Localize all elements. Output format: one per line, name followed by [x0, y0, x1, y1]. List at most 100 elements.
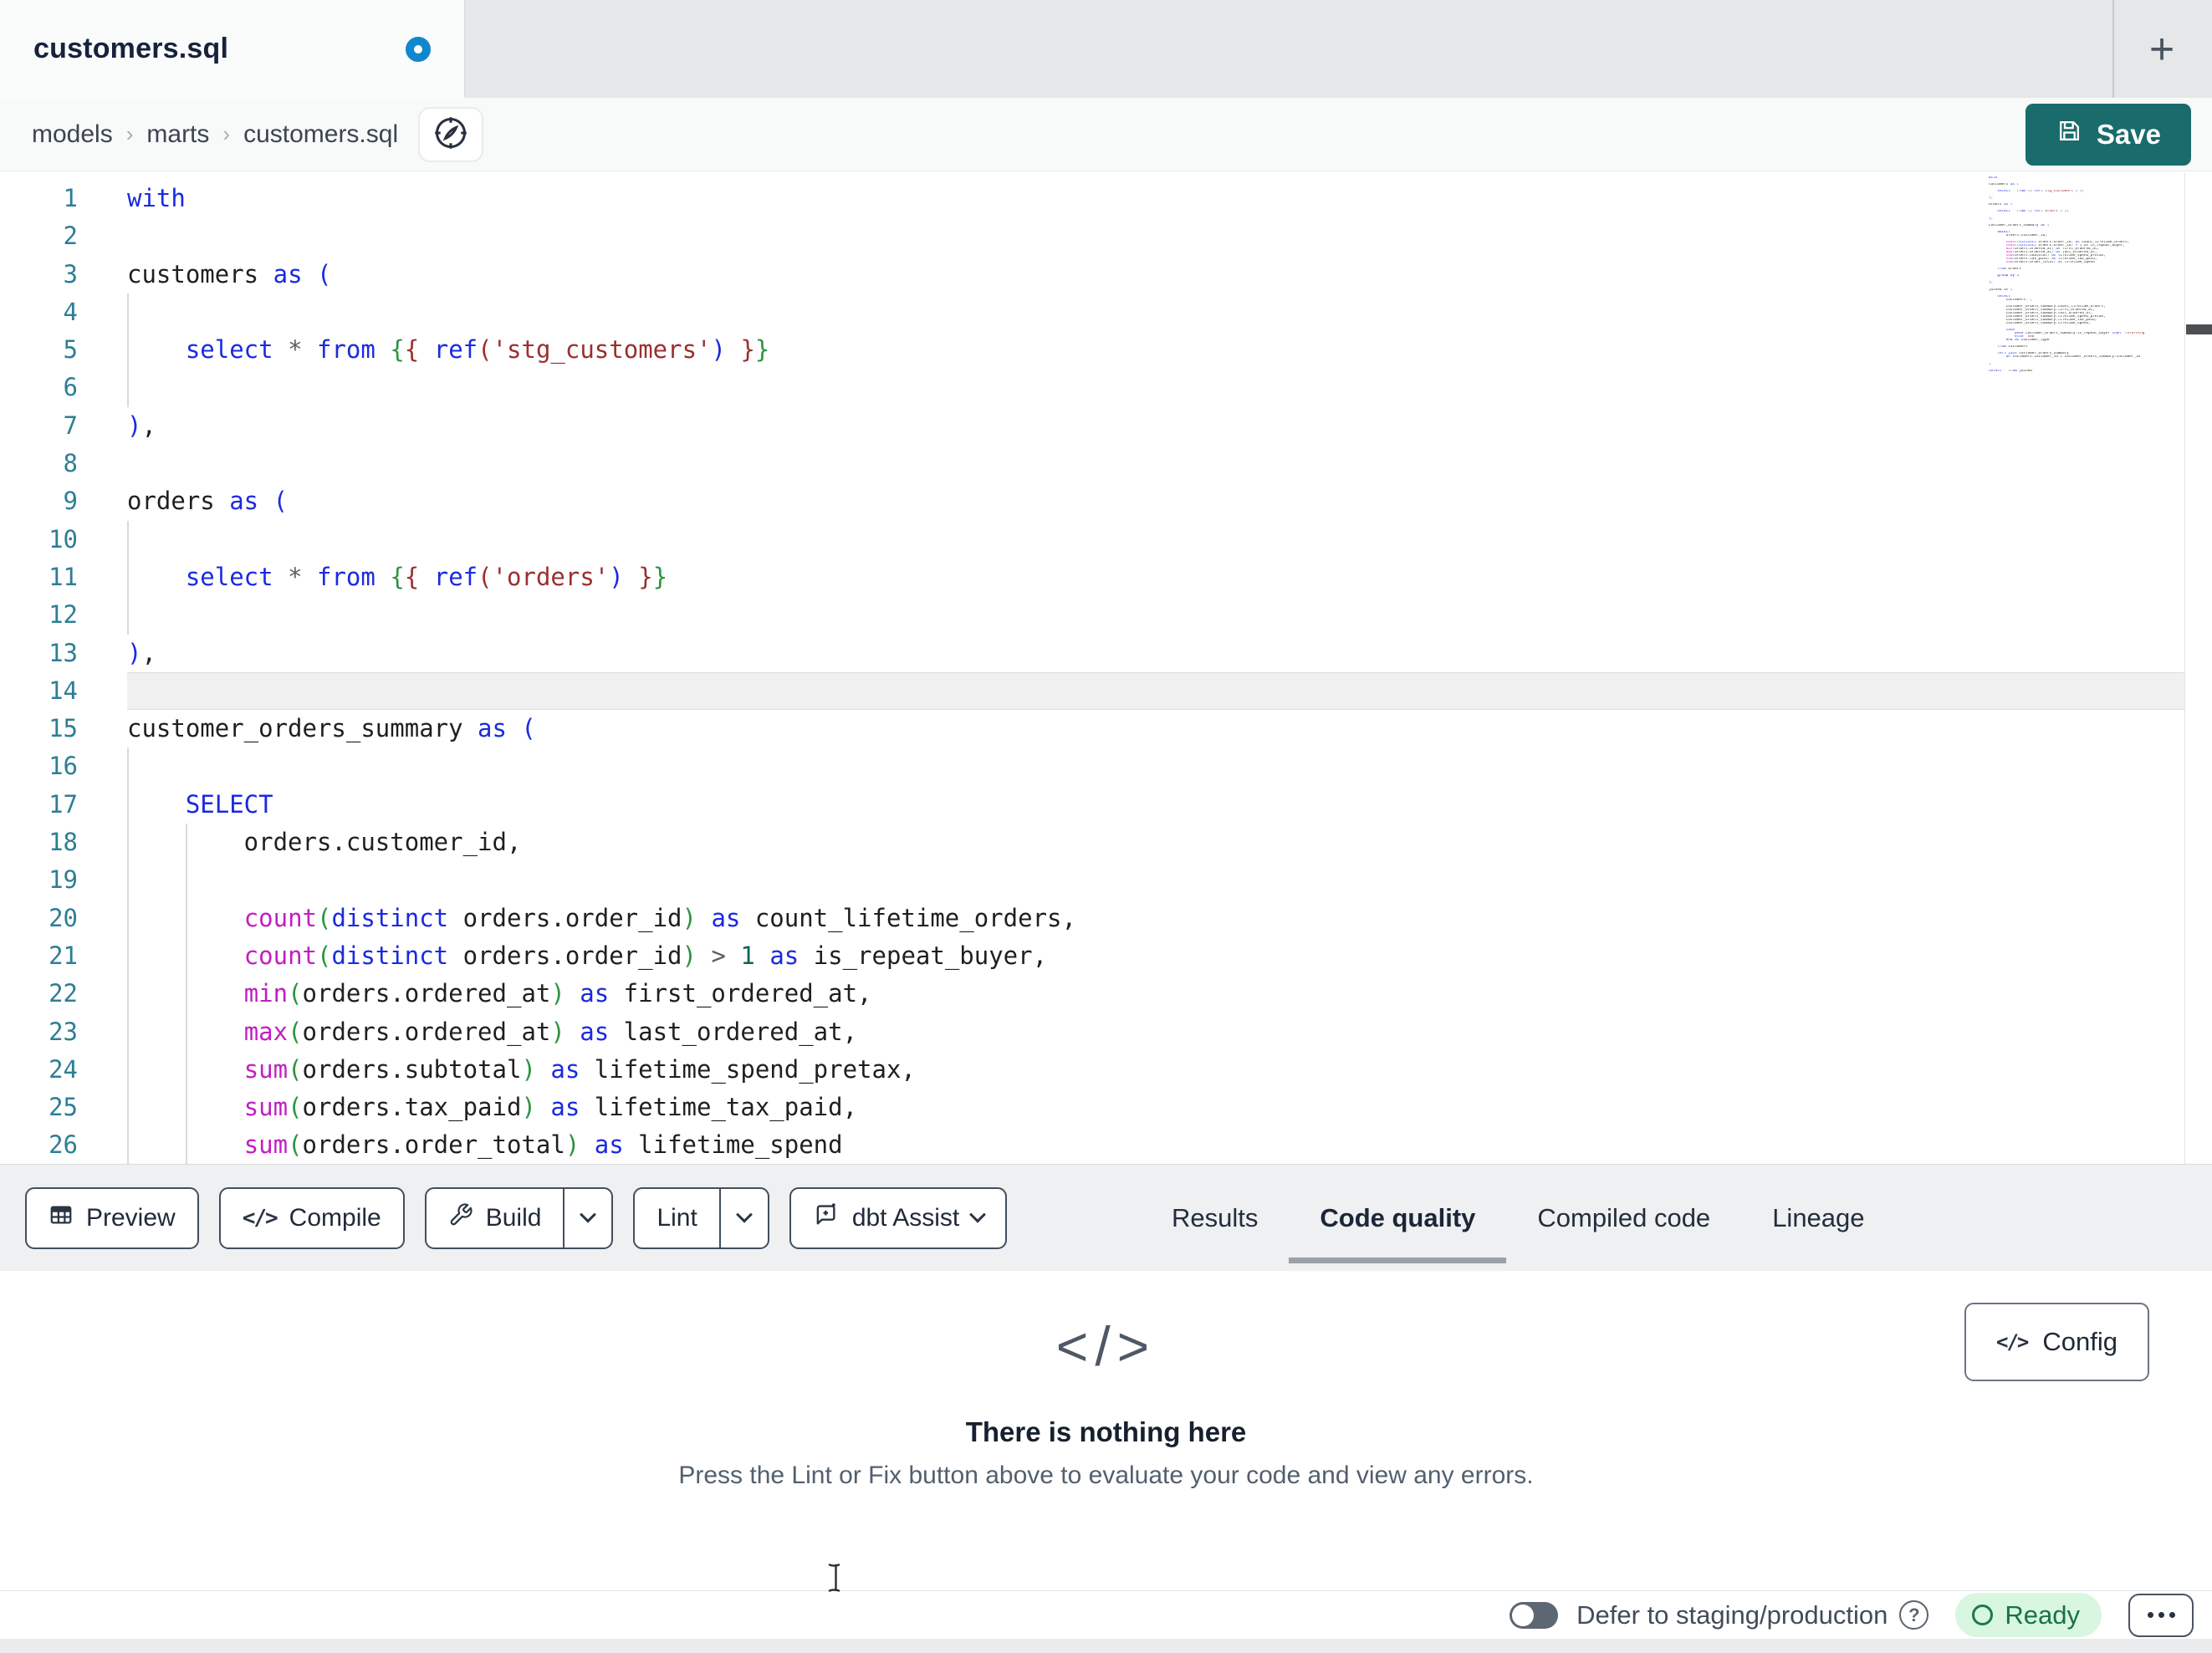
code-area[interactable]: 1 with 2 3 customers as ( 4 5 select * from {{… [0, 180, 2184, 1165]
indent-guide [186, 1013, 187, 1051]
line-number: 14 [49, 676, 78, 705]
indent-guide [127, 331, 129, 370]
indent-guide [186, 975, 187, 1013]
chevron-down-icon [735, 1206, 753, 1223]
indent-guide [186, 1126, 187, 1165]
build-label: Build [485, 1203, 542, 1232]
toggle-knob [1512, 1604, 1535, 1626]
dbt-assist-button[interactable]: dbt Assist [789, 1186, 1008, 1249]
indent-guide [127, 936, 129, 976]
line-number: 17 [49, 789, 78, 819]
breadcrumb-separator: › [125, 121, 134, 146]
code-line[interactable]: 20 count(distinct orders.order_id) as co… [0, 899, 2184, 937]
code-line[interactable]: 10 [0, 520, 2184, 559]
scrollbar-thumb[interactable] [2186, 324, 2212, 334]
code-line[interactable]: 7), [0, 407, 2184, 445]
breadcrumb-customers-sql[interactable]: customers.sql [243, 120, 398, 149]
table-grid-icon [49, 1202, 74, 1234]
indent-guide [127, 1013, 129, 1051]
indent-guide [127, 293, 129, 332]
build-dropdown[interactable] [563, 1188, 611, 1247]
code-line[interactable]: 3 customers as ( [0, 256, 2184, 293]
panel-tab-lineage[interactable]: Lineage [1741, 1165, 1895, 1272]
code-line[interactable]: 8 [0, 445, 2184, 482]
preview-button[interactable]: Preview [25, 1186, 199, 1249]
line-number: 21 [49, 941, 78, 970]
code-line[interactable]: 17 SELECT [0, 785, 2184, 824]
code-line[interactable]: 16 [0, 747, 2184, 786]
panel-tab-compiled-code[interactable]: Compiled code [1506, 1165, 1741, 1272]
save-button[interactable]: Save [2025, 103, 2191, 166]
code-line[interactable]: 22 min(orders.ordered_at) as first_order… [0, 975, 2184, 1013]
line-number: 4 [63, 297, 78, 326]
code-line[interactable]: 9 orders as ( [0, 482, 2184, 520]
indent-guide [127, 1126, 129, 1165]
config-label: Config [2042, 1327, 2117, 1356]
question-circle-icon[interactable]: ? [1899, 1600, 1929, 1630]
indent-guide [127, 824, 129, 862]
indent-guide [127, 785, 129, 824]
code-line[interactable]: 23 max(orders.ordered_at) as last_ordere… [0, 1013, 2184, 1051]
indent-guide [127, 899, 129, 937]
defer-toggle[interactable] [1510, 1601, 1559, 1629]
editor-scrollbar[interactable] [2184, 173, 2212, 1164]
tab-customers-sql[interactable]: customers.sql [0, 0, 465, 98]
code-line[interactable]: 19 [0, 861, 2184, 900]
indent-guide [127, 1089, 129, 1127]
indent-guide [127, 558, 129, 597]
breadcrumb-marts[interactable]: marts [146, 120, 209, 149]
line-number: 20 [49, 903, 78, 932]
code-line[interactable]: 5 select * from {{ ref('stg_customers') … [0, 331, 2184, 370]
code-line[interactable]: 21 count(distinct orders.order_id) > 1 a… [0, 936, 2184, 976]
more-options-button[interactable] [2128, 1593, 2194, 1637]
defer-label: Defer to staging/production [1576, 1599, 1888, 1630]
line-number: 18 [49, 828, 78, 857]
build-button[interactable]: Build [424, 1186, 614, 1249]
code-line[interactable]: 24 sum(orders.subtotal) as lifetime_spen… [0, 1050, 2184, 1089]
chevron-down-icon [580, 1206, 597, 1223]
indent-guide [127, 747, 129, 786]
preview-label: Preview [86, 1203, 176, 1232]
indent-guide [127, 1050, 129, 1089]
code-line[interactable]: 1 with [0, 180, 2184, 217]
code-line[interactable]: 25 sum(orders.tax_paid) as lifetime_tax_… [0, 1089, 2184, 1127]
lint-dropdown[interactable] [718, 1188, 768, 1247]
line-number: 10 [49, 524, 78, 554]
indent-guide [127, 975, 129, 1013]
code-line[interactable]: 14 [0, 671, 2184, 711]
code-line[interactable]: 2 [0, 217, 2184, 255]
lint-button[interactable]: Lint [633, 1186, 769, 1249]
code-editor[interactable]: 1 with 2 3 customers as ( 4 5 select * from {{… [0, 171, 2212, 1165]
window-bottom-strip [0, 1639, 2212, 1653]
code-line[interactable]: 15 customer_orders_summary as ( [0, 710, 2184, 747]
tab-title: customers.sql [33, 33, 229, 64]
line-number: 8 [63, 449, 78, 478]
line-number: 3 [63, 259, 78, 288]
code-line[interactable]: 11 select * from {{ ref('orders') }} [0, 558, 2184, 597]
code-line[interactable]: 6 [0, 369, 2184, 407]
dbt-assist-label: dbt Assist [851, 1203, 960, 1232]
ready-label: Ready [2005, 1599, 2080, 1630]
code-line[interactable]: 13), [0, 635, 2184, 672]
line-number: 7 [63, 411, 78, 440]
minimap[interactable]: with customers as ( select * from {{ ref(… [1989, 176, 2183, 373]
panel-tab-code-quality[interactable]: Code quality [1289, 1165, 1507, 1272]
line-number: 26 [49, 1130, 78, 1160]
compile-label: Compile [289, 1203, 381, 1232]
code-line[interactable]: 4 [0, 293, 2184, 332]
indent-guide [186, 861, 187, 900]
explore-lineage-button[interactable] [418, 106, 484, 162]
indent-guide [186, 824, 187, 862]
code-line[interactable]: 18 orders.customer_id, [0, 824, 2184, 862]
wrench-icon [448, 1202, 473, 1234]
new-tab-button[interactable]: + [2131, 18, 2193, 80]
breadcrumb-models[interactable]: models [32, 120, 113, 149]
code-line[interactable]: 26 sum(orders.order_total) as lifetime_s… [0, 1126, 2184, 1165]
panel-tab-results[interactable]: Results [1141, 1165, 1289, 1272]
text-ibeam-cursor [826, 1562, 845, 1598]
code-line[interactable]: 12 [0, 596, 2184, 635]
config-button[interactable]: </> Config [1964, 1303, 2149, 1381]
compile-button[interactable]: </> Compile [218, 1186, 405, 1249]
chat-sparkle-icon [813, 1201, 840, 1235]
line-number: 25 [49, 1093, 78, 1122]
